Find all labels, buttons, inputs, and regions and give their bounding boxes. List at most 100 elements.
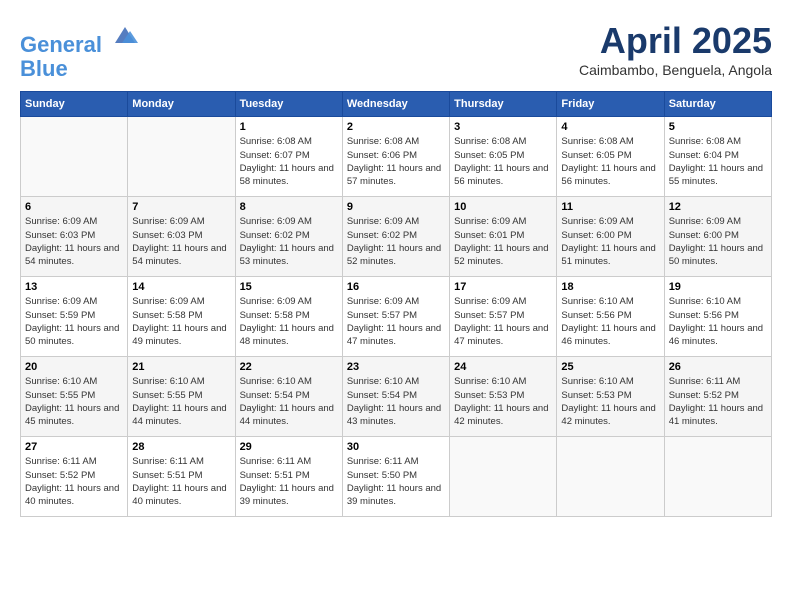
weekday-header-thursday: Thursday bbox=[450, 92, 557, 117]
day-number: 2 bbox=[347, 121, 445, 133]
day-number: 19 bbox=[669, 281, 767, 293]
day-info: Sunrise: 6:11 AMSunset: 5:50 PMDaylight:… bbox=[347, 455, 445, 508]
calendar-cell: 2 Sunrise: 6:08 AMSunset: 6:06 PMDaylight… bbox=[342, 117, 449, 197]
weekday-header-sunday: Sunday bbox=[21, 92, 128, 117]
day-info: Sunrise: 6:09 AMSunset: 5:57 PMDaylight:… bbox=[454, 295, 552, 348]
weekday-header-monday: Monday bbox=[128, 92, 235, 117]
calendar-cell: 4 Sunrise: 6:08 AMSunset: 6:05 PMDaylight… bbox=[557, 117, 664, 197]
day-number: 4 bbox=[561, 121, 659, 133]
day-info: Sunrise: 6:08 AMSunset: 6:04 PMDaylight:… bbox=[669, 135, 767, 188]
day-number: 30 bbox=[347, 441, 445, 453]
page-header: General Blue April 2025 Caimbambo, Bengu… bbox=[20, 20, 772, 81]
calendar-cell: 10 Sunrise: 6:09 AMSunset: 6:01 PMDayligh… bbox=[450, 197, 557, 277]
day-info: Sunrise: 6:10 AMSunset: 5:54 PMDaylight:… bbox=[240, 375, 338, 428]
day-number: 24 bbox=[454, 361, 552, 373]
logo-text: General bbox=[20, 20, 140, 57]
calendar-cell: 21Sunrise: 6:10 AMSunset: 5:55 PMDayligh… bbox=[128, 357, 235, 437]
calendar-cell: 24 Sunrise: 6:10 AMSunset: 5:53 PMDayligh… bbox=[450, 357, 557, 437]
location: Caimbambo, Benguela, Angola bbox=[579, 62, 772, 78]
calendar-cell: 17Sunrise: 6:09 AMSunset: 5:57 PMDayligh… bbox=[450, 277, 557, 357]
day-number: 5 bbox=[669, 121, 767, 133]
calendar-cell bbox=[128, 117, 235, 197]
day-info: Sunrise: 6:10 AMSunset: 5:54 PMDaylight:… bbox=[347, 375, 445, 428]
weekday-header-wednesday: Wednesday bbox=[342, 92, 449, 117]
calendar-cell: 18 Sunrise: 6:10 AMSunset: 5:56 PMDayligh… bbox=[557, 277, 664, 357]
day-info: Sunrise: 6:10 AMSunset: 5:55 PMDaylight:… bbox=[25, 375, 123, 428]
day-number: 9 bbox=[347, 201, 445, 213]
calendar-cell bbox=[664, 437, 771, 517]
day-info: Sunrise: 6:09 AMSunset: 6:01 PMDaylight:… bbox=[454, 215, 552, 268]
day-number: 14 bbox=[132, 281, 230, 293]
day-info: Sunrise: 6:09 AMSunset: 6:02 PMDaylight:… bbox=[347, 215, 445, 268]
day-info: Sunrise: 6:09 AMSunset: 6:03 PMDaylight:… bbox=[132, 215, 230, 268]
logo-general: General bbox=[20, 32, 102, 57]
calendar-cell: 9 Sunrise: 6:09 AMSunset: 6:02 PMDaylight… bbox=[342, 197, 449, 277]
day-number: 3 bbox=[454, 121, 552, 133]
day-number: 16 bbox=[347, 281, 445, 293]
calendar-cell bbox=[21, 117, 128, 197]
day-info: Sunrise: 6:10 AMSunset: 5:53 PMDaylight:… bbox=[561, 375, 659, 428]
calendar-cell: 11Sunrise: 6:09 AMSunset: 6:00 PMDayligh… bbox=[557, 197, 664, 277]
day-info: Sunrise: 6:11 AMSunset: 5:52 PMDaylight:… bbox=[25, 455, 123, 508]
calendar-cell: 19 Sunrise: 6:10 AMSunset: 5:56 PMDayligh… bbox=[664, 277, 771, 357]
day-info: Sunrise: 6:10 AMSunset: 5:55 PMDaylight:… bbox=[132, 375, 230, 428]
day-info: Sunrise: 6:11 AMSunset: 5:51 PMDaylight:… bbox=[132, 455, 230, 508]
calendar-cell: 25 Sunrise: 6:10 AMSunset: 5:53 PMDayligh… bbox=[557, 357, 664, 437]
calendar-cell: 16Sunrise: 6:09 AMSunset: 5:57 PMDayligh… bbox=[342, 277, 449, 357]
calendar-cell: 26Sunrise: 6:11 AMSunset: 5:52 PMDayligh… bbox=[664, 357, 771, 437]
day-number: 25 bbox=[561, 361, 659, 373]
calendar-cell: 5 Sunrise: 6:08 AMSunset: 6:04 PMDaylight… bbox=[664, 117, 771, 197]
day-number: 20 bbox=[25, 361, 123, 373]
calendar-cell: 22Sunrise: 6:10 AMSunset: 5:54 PMDayligh… bbox=[235, 357, 342, 437]
day-info: Sunrise: 6:09 AMSunset: 6:00 PMDaylight:… bbox=[669, 215, 767, 268]
calendar-cell: 30 Sunrise: 6:11 AMSunset: 5:50 PMDayligh… bbox=[342, 437, 449, 517]
day-info: Sunrise: 6:10 AMSunset: 5:56 PMDaylight:… bbox=[669, 295, 767, 348]
weekday-header-tuesday: Tuesday bbox=[235, 92, 342, 117]
week-row-2: 6 Sunrise: 6:09 AMSunset: 6:03 PMDaylight… bbox=[21, 197, 772, 277]
day-number: 1 bbox=[240, 121, 338, 133]
day-number: 29 bbox=[240, 441, 338, 453]
day-number: 13 bbox=[25, 281, 123, 293]
day-number: 18 bbox=[561, 281, 659, 293]
day-number: 23 bbox=[347, 361, 445, 373]
day-number: 27 bbox=[25, 441, 123, 453]
day-info: Sunrise: 6:11 AMSunset: 5:51 PMDaylight:… bbox=[240, 455, 338, 508]
day-info: Sunrise: 6:09 AMSunset: 6:03 PMDaylight:… bbox=[25, 215, 123, 268]
day-number: 11 bbox=[561, 201, 659, 213]
day-number: 6 bbox=[25, 201, 123, 213]
day-info: Sunrise: 6:09 AMSunset: 5:59 PMDaylight:… bbox=[25, 295, 123, 348]
calendar-cell: 14Sunrise: 6:09 AMSunset: 5:58 PMDayligh… bbox=[128, 277, 235, 357]
day-info: Sunrise: 6:08 AMSunset: 6:07 PMDaylight:… bbox=[240, 135, 338, 188]
day-info: Sunrise: 6:08 AMSunset: 6:05 PMDaylight:… bbox=[454, 135, 552, 188]
day-info: Sunrise: 6:09 AMSunset: 5:58 PMDaylight:… bbox=[240, 295, 338, 348]
calendar-cell: 13 Sunrise: 6:09 AMSunset: 5:59 PMDayligh… bbox=[21, 277, 128, 357]
day-number: 26 bbox=[669, 361, 767, 373]
day-number: 7 bbox=[132, 201, 230, 213]
day-info: Sunrise: 6:08 AMSunset: 6:06 PMDaylight:… bbox=[347, 135, 445, 188]
calendar-cell: 27 Sunrise: 6:11 AMSunset: 5:52 PMDayligh… bbox=[21, 437, 128, 517]
day-info: Sunrise: 6:10 AMSunset: 5:56 PMDaylight:… bbox=[561, 295, 659, 348]
calendar-cell: 6 Sunrise: 6:09 AMSunset: 6:03 PMDaylight… bbox=[21, 197, 128, 277]
week-row-5: 27 Sunrise: 6:11 AMSunset: 5:52 PMDayligh… bbox=[21, 437, 772, 517]
calendar-cell bbox=[557, 437, 664, 517]
calendar-cell: 8Sunrise: 6:09 AMSunset: 6:02 PMDaylight… bbox=[235, 197, 342, 277]
logo-blue: Blue bbox=[20, 57, 140, 81]
calendar-cell: 15 Sunrise: 6:09 AMSunset: 5:58 PMDayligh… bbox=[235, 277, 342, 357]
week-row-4: 20 Sunrise: 6:10 AMSunset: 5:55 PMDayligh… bbox=[21, 357, 772, 437]
calendar-cell: 1 Sunrise: 6:08 AMSunset: 6:07 PMDaylight… bbox=[235, 117, 342, 197]
calendar-cell: 12 Sunrise: 6:09 AMSunset: 6:00 PMDayligh… bbox=[664, 197, 771, 277]
day-info: Sunrise: 6:10 AMSunset: 5:53 PMDaylight:… bbox=[454, 375, 552, 428]
weekday-header-saturday: Saturday bbox=[664, 92, 771, 117]
day-number: 12 bbox=[669, 201, 767, 213]
day-number: 15 bbox=[240, 281, 338, 293]
calendar-header-row: SundayMondayTuesdayWednesdayThursdayFrid… bbox=[21, 92, 772, 117]
logo-icon bbox=[110, 20, 140, 50]
calendar-cell bbox=[450, 437, 557, 517]
day-info: Sunrise: 6:08 AMSunset: 6:05 PMDaylight:… bbox=[561, 135, 659, 188]
calendar-cell: 23 Sunrise: 6:10 AMSunset: 5:54 PMDayligh… bbox=[342, 357, 449, 437]
day-number: 28 bbox=[132, 441, 230, 453]
day-number: 10 bbox=[454, 201, 552, 213]
logo: General Blue bbox=[20, 20, 140, 81]
weekday-header-friday: Friday bbox=[557, 92, 664, 117]
title-area: April 2025 Caimbambo, Benguela, Angola bbox=[579, 20, 772, 78]
